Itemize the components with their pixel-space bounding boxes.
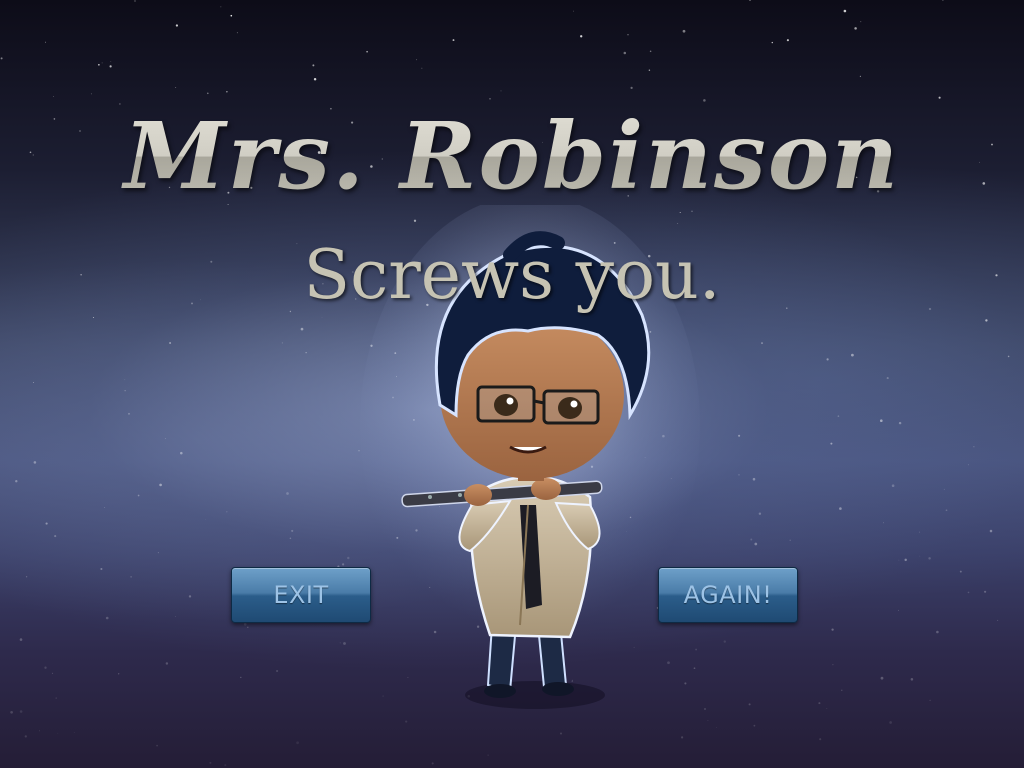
- game-title: Mrs. Robinson: [0, 102, 1024, 210]
- again-button[interactable]: AGAIN!: [658, 567, 798, 623]
- game-over-screen: Mrs. Robinson Screws you. EXIT AGAIN!: [0, 0, 1024, 768]
- game-subtitle: Screws you.: [303, 236, 721, 315]
- exit-button[interactable]: EXIT: [231, 567, 371, 623]
